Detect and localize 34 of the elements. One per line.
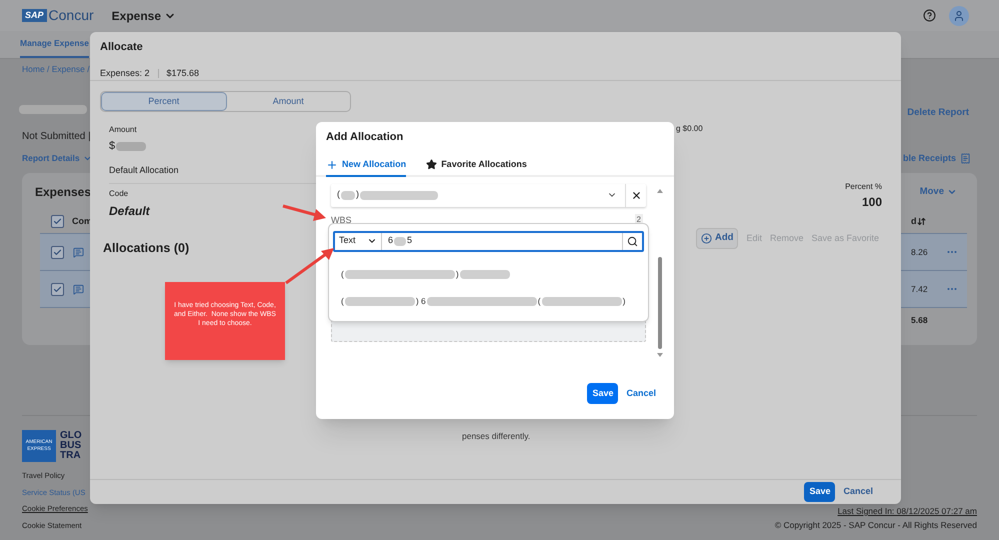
logo-text: Concur bbox=[48, 6, 94, 25]
dialog-title: Allocate bbox=[100, 40, 144, 55]
value-text: ( bbox=[337, 188, 340, 202]
value-text: ( bbox=[538, 295, 541, 308]
value-text: ) bbox=[456, 268, 459, 281]
logo-text: GLO bbox=[60, 431, 82, 441]
total-cell-text: 5.68 bbox=[911, 314, 929, 327]
value-text: ) 6 bbox=[416, 295, 426, 308]
value-text: $ bbox=[109, 139, 116, 154]
allocations-heading: Allocations (0) bbox=[103, 240, 190, 257]
copyright-text: © Copyright 2025 - SAP Concur - All Rights Reserved bbox=[774, 520, 977, 531]
field-label: WBS bbox=[331, 214, 352, 226]
card-title: Expenses bbox=[35, 184, 92, 202]
expense-total: $175.68 bbox=[166, 66, 200, 80]
percent-value: 100 bbox=[862, 194, 882, 211]
field-label: Code bbox=[109, 188, 130, 200]
remaining-text: g $0.00 bbox=[676, 123, 703, 135]
field-label: Percent % bbox=[845, 181, 882, 193]
logo-badge: SAP bbox=[22, 9, 47, 22]
logo-text: TRA bbox=[60, 451, 82, 461]
value-text: ( bbox=[341, 268, 344, 281]
value-text: ( bbox=[341, 295, 344, 308]
amount-cell-text: 7.42 bbox=[911, 282, 929, 296]
code-value: Default bbox=[109, 203, 150, 220]
field-label: Amount bbox=[109, 124, 138, 136]
logo-text: BUS bbox=[60, 441, 82, 451]
expense-count: Expenses: 2 bbox=[100, 66, 150, 80]
hint-text: penses differently. bbox=[462, 430, 532, 442]
report-status: Not Submitted | bbox=[22, 130, 91, 144]
section-label: Default Allocation bbox=[109, 164, 316, 184]
value-text: ) bbox=[356, 188, 359, 202]
value-text: ) bbox=[622, 295, 626, 308]
amount-cell-text: 8.26 bbox=[911, 246, 929, 259]
dialog-title: Add Allocation bbox=[326, 130, 404, 145]
